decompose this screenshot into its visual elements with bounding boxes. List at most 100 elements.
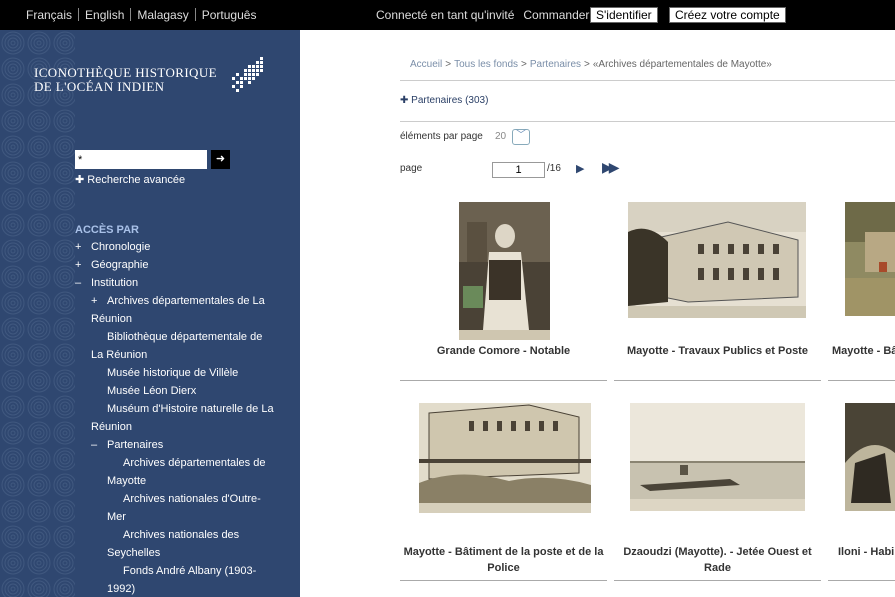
tree-item-label-cont: Mayotte: [107, 475, 147, 487]
per-page-dropdown[interactable]: ﹀: [512, 129, 530, 145]
page-label: page: [400, 163, 423, 174]
advanced-search-link[interactable]: ✚ Recherche avancée: [75, 173, 185, 186]
order-link[interactable]: Commander: [523, 8, 589, 22]
tree-item-label: Archives nationales d'Outre-: [123, 493, 261, 505]
minus-icon: –: [75, 277, 82, 289]
breadcrumb-current: «Archives départementales de Mayotte»: [592, 59, 772, 70]
tree-item-archives-reunion[interactable]: + Archives départementales de La Réunion: [91, 292, 291, 328]
tree-item-partenaires[interactable]: – Partenaires: [91, 436, 163, 454]
chevron-down-icon: ﹀: [516, 130, 526, 141]
access-by-heading: ACCÈS PAR: [75, 224, 139, 236]
result-thumbnail[interactable]: [630, 403, 805, 511]
site-logo[interactable]: ICONOTHÈQUE HISTORIQUE DE L'OCÉAN INDIEN: [34, 66, 217, 94]
result-title[interactable]: Mayotte - Travaux Publics et Poste: [614, 343, 821, 359]
lang-portuguese[interactable]: Português: [202, 8, 257, 22]
divider: [194, 8, 196, 21]
tree-item-museum-histoire-naturelle[interactable]: Muséum d'Histoire naturelle de La Réunion: [91, 400, 291, 436]
tree-item-label: Muséum d'Histoire naturelle de La: [107, 403, 274, 415]
postcard-image: [628, 202, 806, 318]
tree-item-archives-outre-mer[interactable]: Archives nationales d'Outre- Mer: [107, 490, 297, 526]
tree-item-label: Fonds André Albany (1903-: [123, 565, 257, 577]
lang-english[interactable]: English: [85, 8, 124, 22]
tree-item-label: Musée Léon Dierx: [107, 385, 197, 397]
tree-item-fonds-albany[interactable]: Fonds André Albany (1903- 1992): [107, 562, 297, 597]
advanced-search-label: Recherche avancée: [87, 174, 186, 186]
breadcrumb-all-collections[interactable]: Tous les fonds: [454, 59, 518, 70]
divider: [614, 580, 821, 581]
result-title[interactable]: Mayotte - Bâtiment de la poste et de la …: [400, 544, 607, 576]
plus-icon: ✚: [400, 95, 409, 106]
result-title[interactable]: Dzaoudzi (Mayotte). - Jetée Ouest et Rad…: [614, 544, 821, 576]
sidebar: ICONOTHÈQUE HISTORIQUE DE L'OCÉAN INDIEN…: [0, 30, 300, 597]
tree-item-chronologie[interactable]: + Chronologie: [75, 238, 150, 256]
partners-facet-link[interactable]: ✚ Partenaires (303): [400, 95, 488, 106]
tree-item-label: Partenaires: [107, 439, 164, 451]
divider: [400, 380, 607, 381]
tree-item-institution[interactable]: – Institution: [75, 274, 138, 292]
page-total: /16: [547, 163, 561, 174]
postcard-image: [459, 202, 550, 340]
tree-item-label-cont: La Réunion: [91, 349, 148, 361]
tree-item-label: Musée historique de Villèle: [107, 367, 239, 379]
tree-item-label: Archives départementales de La: [107, 295, 265, 307]
postcard-image: [845, 403, 895, 511]
plus-icon: +: [75, 259, 82, 271]
breadcrumb-home[interactable]: Accueil: [410, 59, 442, 70]
divider: [614, 380, 821, 381]
result-thumbnail[interactable]: [628, 202, 806, 318]
divider: [828, 380, 895, 381]
tree-item-musee-villele[interactable]: Musée historique de Villèle: [91, 364, 238, 382]
tree-item-geographie[interactable]: + Géographie: [75, 256, 149, 274]
postcard-image: [845, 202, 895, 316]
lang-malagasy[interactable]: Malagasy: [137, 8, 188, 22]
plus-icon: +: [91, 295, 98, 307]
logo-dots-icon: [232, 57, 263, 92]
divider: [400, 80, 895, 81]
result-title[interactable]: Grande Comore - Notable: [400, 343, 607, 359]
divider: [400, 580, 607, 581]
result-thumbnail[interactable]: [419, 403, 591, 513]
search-submit-button[interactable]: ➜: [211, 150, 230, 169]
tree-item-archives-mayotte[interactable]: Archives départementales de Mayotte: [107, 454, 297, 490]
page-number-input[interactable]: [492, 162, 545, 178]
tree-item-label: Archives nationales des: [123, 529, 240, 541]
tree-item-label: Géographie: [91, 259, 149, 271]
divider: [828, 580, 895, 581]
arrow-right-icon: ➜: [215, 153, 226, 165]
logo-line1: ICONOTHÈQUE HISTORIQUE: [34, 65, 217, 80]
lang-french[interactable]: Français: [26, 8, 72, 22]
tree-item-label-cont: Réunion: [91, 313, 132, 325]
tree-item-label: Institution: [91, 277, 139, 289]
connected-as-text: Connecté en tant qu'invité: [376, 8, 515, 22]
breadcrumb: Accueil > Tous les fonds > Partenaires > «Arch…: [410, 59, 772, 70]
result-thumbnail[interactable]: [459, 202, 550, 340]
tree-item-bibliotheque-reunion[interactable]: Bibliothèque départementale de La Réunion: [91, 328, 291, 364]
top-bar: Français English Malagasy Português Conn…: [0, 0, 895, 30]
search-input[interactable]: [75, 150, 207, 169]
tree-item-label: Chronologie: [91, 241, 151, 253]
user-links: Connecté en tant qu'invité Commander: [376, 8, 598, 22]
postcard-image: [419, 403, 591, 513]
per-page-label: éléments par page: [400, 131, 483, 142]
postcard-image: [630, 403, 805, 511]
divider: [400, 121, 895, 122]
divider: [78, 8, 80, 21]
signup-button[interactable]: Créez votre compte: [669, 7, 786, 23]
tree-item-archives-seychelles[interactable]: Archives nationales des Seychelles: [107, 526, 297, 562]
result-thumbnail[interactable]: [845, 403, 895, 511]
breadcrumb-partners[interactable]: Partenaires: [530, 59, 581, 70]
tree-item-musee-leon-dierx[interactable]: Musée Léon Dierx: [91, 382, 196, 400]
plus-icon: +: [75, 241, 82, 253]
next-page-icon[interactable]: ▶: [576, 162, 584, 175]
tree-item-label: Bibliothèque départementale de: [107, 331, 263, 343]
result-thumbnail[interactable]: [845, 202, 895, 316]
tree-item-label-cont: Seychelles: [107, 547, 161, 559]
divider: [130, 8, 132, 21]
logo-line2: DE L'OCÉAN INDIEN: [34, 79, 165, 94]
language-switcher: Français English Malagasy Português: [26, 8, 256, 22]
last-page-icon[interactable]: ▶▶: [602, 159, 619, 176]
result-title[interactable]: Iloni - Habi: [828, 544, 895, 560]
login-button[interactable]: S'identifier: [590, 7, 658, 23]
tree-item-label-cont: Mer: [107, 511, 126, 523]
result-title[interactable]: Mayotte - Bâ: [828, 343, 895, 359]
